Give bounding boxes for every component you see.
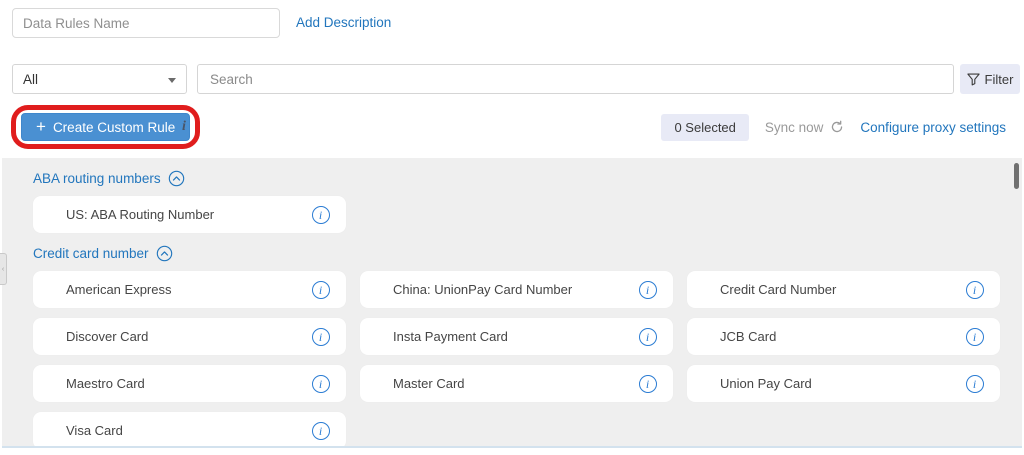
filter-button-label: Filter [984, 71, 1014, 87]
rules-panel: ABA routing numbers US: ABA Routing Numb… [2, 158, 1022, 448]
rule-card[interactable]: Insta Payment Card i [360, 318, 673, 355]
rule-card-label: American Express [66, 282, 172, 297]
info-icon[interactable]: i [312, 374, 330, 393]
rule-card-grid: American Express i China: UnionPay Card … [33, 271, 1000, 446]
rule-card-label: Master Card [393, 376, 465, 391]
create-custom-rule-button[interactable]: + Create Custom Rule [21, 113, 191, 141]
rule-card-label: JCB Card [720, 329, 777, 344]
info-icon[interactable]: i [312, 280, 330, 299]
add-description-link[interactable]: Add Description [296, 8, 391, 38]
rule-card[interactable]: US: ABA Routing Number i [33, 196, 346, 233]
rule-card-label: Discover Card [66, 329, 149, 344]
rule-card-label: Maestro Card [66, 376, 145, 391]
rule-card-label: Credit Card Number [720, 282, 837, 297]
configure-proxy-settings-link[interactable]: Configure proxy settings [860, 120, 1006, 135]
info-icon[interactable]: i [312, 327, 330, 346]
info-icon[interactable]: i [312, 205, 330, 224]
info-icon[interactable]: i [966, 374, 984, 393]
rule-card[interactable]: China: UnionPay Card Number i [360, 271, 673, 308]
scrollbar-thumb[interactable] [1014, 163, 1019, 189]
rule-card[interactable]: Union Pay Card i [687, 365, 1000, 402]
category-select-value: All [23, 71, 39, 87]
chevron-down-icon [168, 78, 176, 83]
data-rules-page: Add Description All Filter + Create Cust… [0, 0, 1024, 455]
chevron-up-circle-icon[interactable] [168, 170, 185, 187]
sync-now-button[interactable]: Sync now [765, 120, 845, 135]
info-icon[interactable]: i [639, 280, 657, 299]
rule-card-label: China: UnionPay Card Number [393, 282, 573, 297]
section-title: Credit card number [33, 245, 149, 261]
rule-card[interactable]: Maestro Card i [33, 365, 346, 402]
rule-section: Credit card number American Express i Ch… [33, 243, 1000, 446]
rule-card[interactable]: Discover Card i [33, 318, 346, 355]
rule-card[interactable]: Credit Card Number i [687, 271, 1000, 308]
selected-count-badge: 0 Selected [661, 113, 749, 141]
rule-card-label: Insta Payment Card [393, 329, 508, 344]
search-input[interactable] [197, 64, 954, 94]
section-header[interactable]: Credit card number [33, 243, 1000, 263]
rule-card-label: Union Pay Card [720, 376, 812, 391]
info-icon[interactable]: i [966, 280, 984, 299]
rule-card-label: Visa Card [66, 423, 123, 438]
plus-icon: + [36, 117, 46, 136]
annotation-highlight-circle: + Create Custom Rule [11, 105, 201, 149]
info-icon[interactable]: i [639, 327, 657, 346]
refresh-icon [830, 120, 844, 134]
rule-card[interactable]: American Express i [33, 271, 346, 308]
rule-card[interactable]: Master Card i [360, 365, 673, 402]
info-hint-icon[interactable]: i [176, 119, 192, 135]
rule-card[interactable]: Visa Card i [33, 412, 346, 446]
section-header[interactable]: ABA routing numbers [33, 168, 1000, 188]
sync-now-label: Sync now [764, 119, 824, 135]
chevron-up-circle-icon[interactable] [156, 245, 173, 262]
rule-card-grid: US: ABA Routing Number i [33, 196, 1000, 233]
rule-card[interactable]: JCB Card i [687, 318, 1000, 355]
category-select[interactable]: All [12, 64, 187, 94]
section-title: ABA routing numbers [33, 170, 161, 186]
rule-section: ABA routing numbers US: ABA Routing Numb… [33, 168, 1000, 233]
create-custom-rule-label: Create Custom Rule [52, 119, 176, 135]
info-icon[interactable]: i [639, 374, 657, 393]
info-icon[interactable]: i [312, 421, 330, 440]
info-icon[interactable]: i [966, 327, 984, 346]
panel-collapse-handle[interactable]: ‹ [0, 253, 7, 285]
filter-button[interactable]: Filter [960, 64, 1020, 94]
filter-funnel-icon [966, 73, 980, 86]
data-rules-name-input[interactable] [12, 8, 280, 38]
rule-card-label: US: ABA Routing Number [66, 207, 215, 222]
rule-sections: ABA routing numbers US: ABA Routing Numb… [33, 168, 1000, 446]
